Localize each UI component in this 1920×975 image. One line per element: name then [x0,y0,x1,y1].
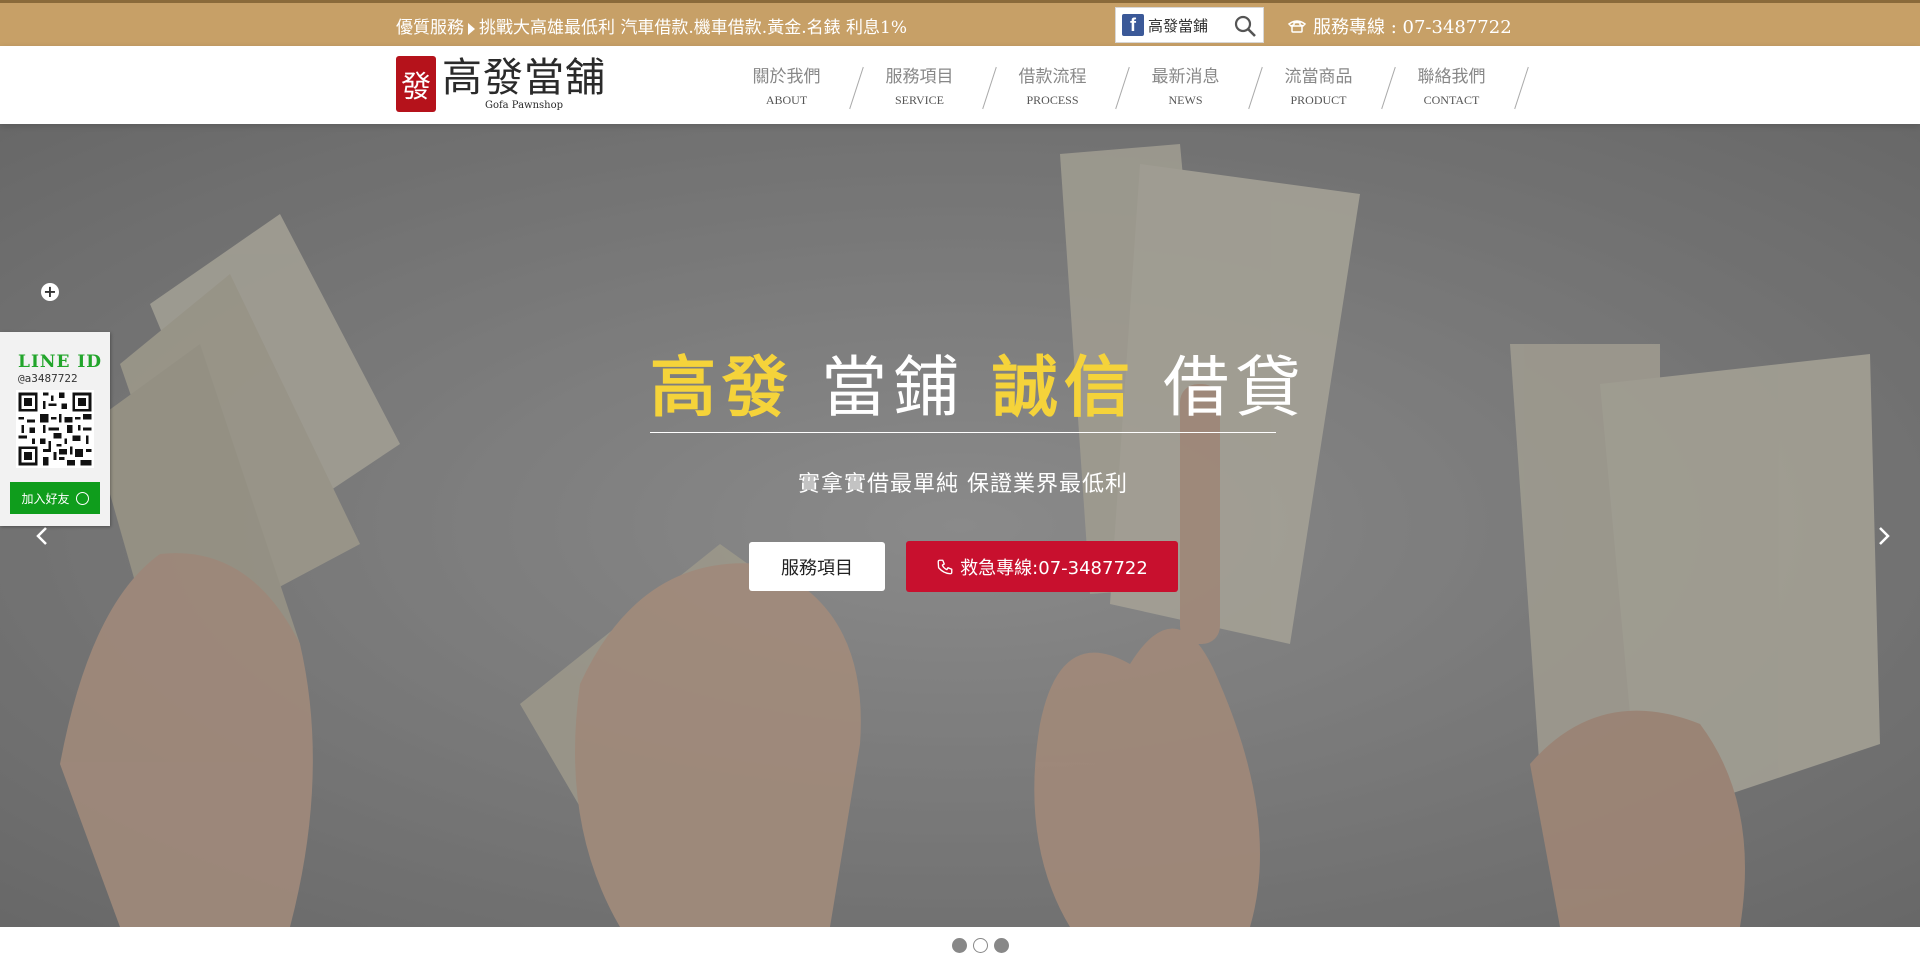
logo-title: 高發當舖 [442,55,606,101]
nav-label-en: PRODUCT [1290,93,1347,107]
chevron-right-icon [1879,527,1890,545]
hero-overlay [0,124,1920,927]
hero-subtitle: 實拿實借最單純 保證業界最低利 [798,472,1128,497]
telephone-icon [1287,20,1307,33]
search-icon[interactable] [1233,14,1257,38]
service-hotline[interactable]: 服務專線 : 07-3487722 [1287,13,1512,39]
nav-item-news[interactable]: 最新消息 NEWS [1119,62,1263,110]
qr-code [16,390,94,468]
main-header: 發 高發當舖 Gofa Pawnshop 關於我們 ABOUT 服務項目 SER… [0,46,1920,124]
hotline-label: 救急專線:07-3487722 [960,557,1148,579]
promo-text: 優質服務 挑戰大高雄最低利 汽車借款.機車借款.黃金.名錶 利息1% [396,13,907,38]
nav-label-en: SERVICE [894,93,945,107]
add-friend-label: 加入好友 [21,491,70,506]
promo-prefix: 優質服務 [396,18,464,38]
nav-label-en: CONTACT [1423,93,1480,107]
slider-dot-2[interactable] [973,938,988,953]
nav-label-cn: 聯絡我們 [1417,67,1486,87]
hero-title-part-1: 高發 [650,349,794,426]
nav-item-product[interactable]: 流當商品 PRODUCT [1252,62,1396,110]
nav-label-cn: 借款流程 [1018,67,1087,87]
service-button[interactable]: 服務項目 [749,542,885,591]
slider-next-arrow[interactable] [1874,522,1894,550]
hero-banner: 高發 當鋪 誠信 借貸 實拿實借最單純 保證業界最低利 服務項目 救急專線:07… [0,124,1920,927]
nav-item-about[interactable]: 關於我們 ABOUT [720,62,864,110]
nav-item-contact[interactable]: 聯絡我們 CONTACT [1385,62,1529,110]
phone-icon [937,559,953,574]
nav-label-cn: 服務項目 [885,67,954,87]
slider-dot-1[interactable] [952,938,967,953]
line-widget: LINE ID @a3487722 加入好友 [0,332,110,526]
main-nav: 關於我們 ABOUT 服務項目 SERVICE 借款流程 PROCESS 最新消… [720,62,1529,110]
hero-title-part-3: 誠信 [991,349,1136,426]
triangle-right-icon [468,22,475,35]
hero-divider [650,432,1276,433]
slider-prev-arrow[interactable] [32,522,52,550]
slider-pagination [952,938,1009,953]
plus-icon[interactable]: + [41,283,59,301]
logo-subtitle: Gofa Pawnshop [484,100,564,111]
hero-title: 高發 當鋪 誠信 借貸 [650,346,1301,430]
line-id: @a3487722 [18,372,78,385]
logo-seal: 發 [396,56,436,112]
line-title: LINE ID [18,352,103,372]
nav-item-process[interactable]: 借款流程 PROCESS [986,62,1130,110]
nav-item-service[interactable]: 服務項目 SERVICE [853,62,997,110]
chevron-left-icon [36,527,47,545]
slider-dot-3[interactable] [994,938,1009,953]
site-logo[interactable]: 發 高發當舖 Gofa Pawnshop [396,56,606,112]
add-friend-button[interactable]: 加入好友 [10,482,100,514]
facebook-icon: f [1122,14,1144,36]
hero-title-part-2: 當鋪 [794,349,992,426]
promo-body: 挑戰大高雄最低利 汽車借款.機車借款.黃金.名錶 利息1% [479,18,907,38]
top-bar: 優質服務 挑戰大高雄最低利 汽車借款.機車借款.黃金.名錶 利息1% f 高發當鋪… [0,0,1920,46]
nav-label-en: PROCESS [1026,93,1079,107]
nav-label-en: NEWS [1168,93,1203,107]
facebook-link[interactable]: f 高發當鋪 [1115,7,1264,43]
nav-label-cn: 流當商品 [1284,67,1353,87]
nav-label-en: ABOUT [765,93,808,107]
nav-label-cn: 關於我們 [752,67,821,87]
hotline-button[interactable]: 救急專線:07-3487722 [906,541,1178,592]
logo-text: 高發當舖 Gofa Pawnshop [442,56,606,112]
nav-label-cn: 最新消息 [1151,67,1220,87]
hero-title-part-4: 借貸 [1135,349,1307,426]
facebook-label: 高發當鋪 [1148,16,1209,35]
service-hotline-label: 服務專線 : 07-3487722 [1313,17,1512,38]
smile-icon [75,491,89,505]
